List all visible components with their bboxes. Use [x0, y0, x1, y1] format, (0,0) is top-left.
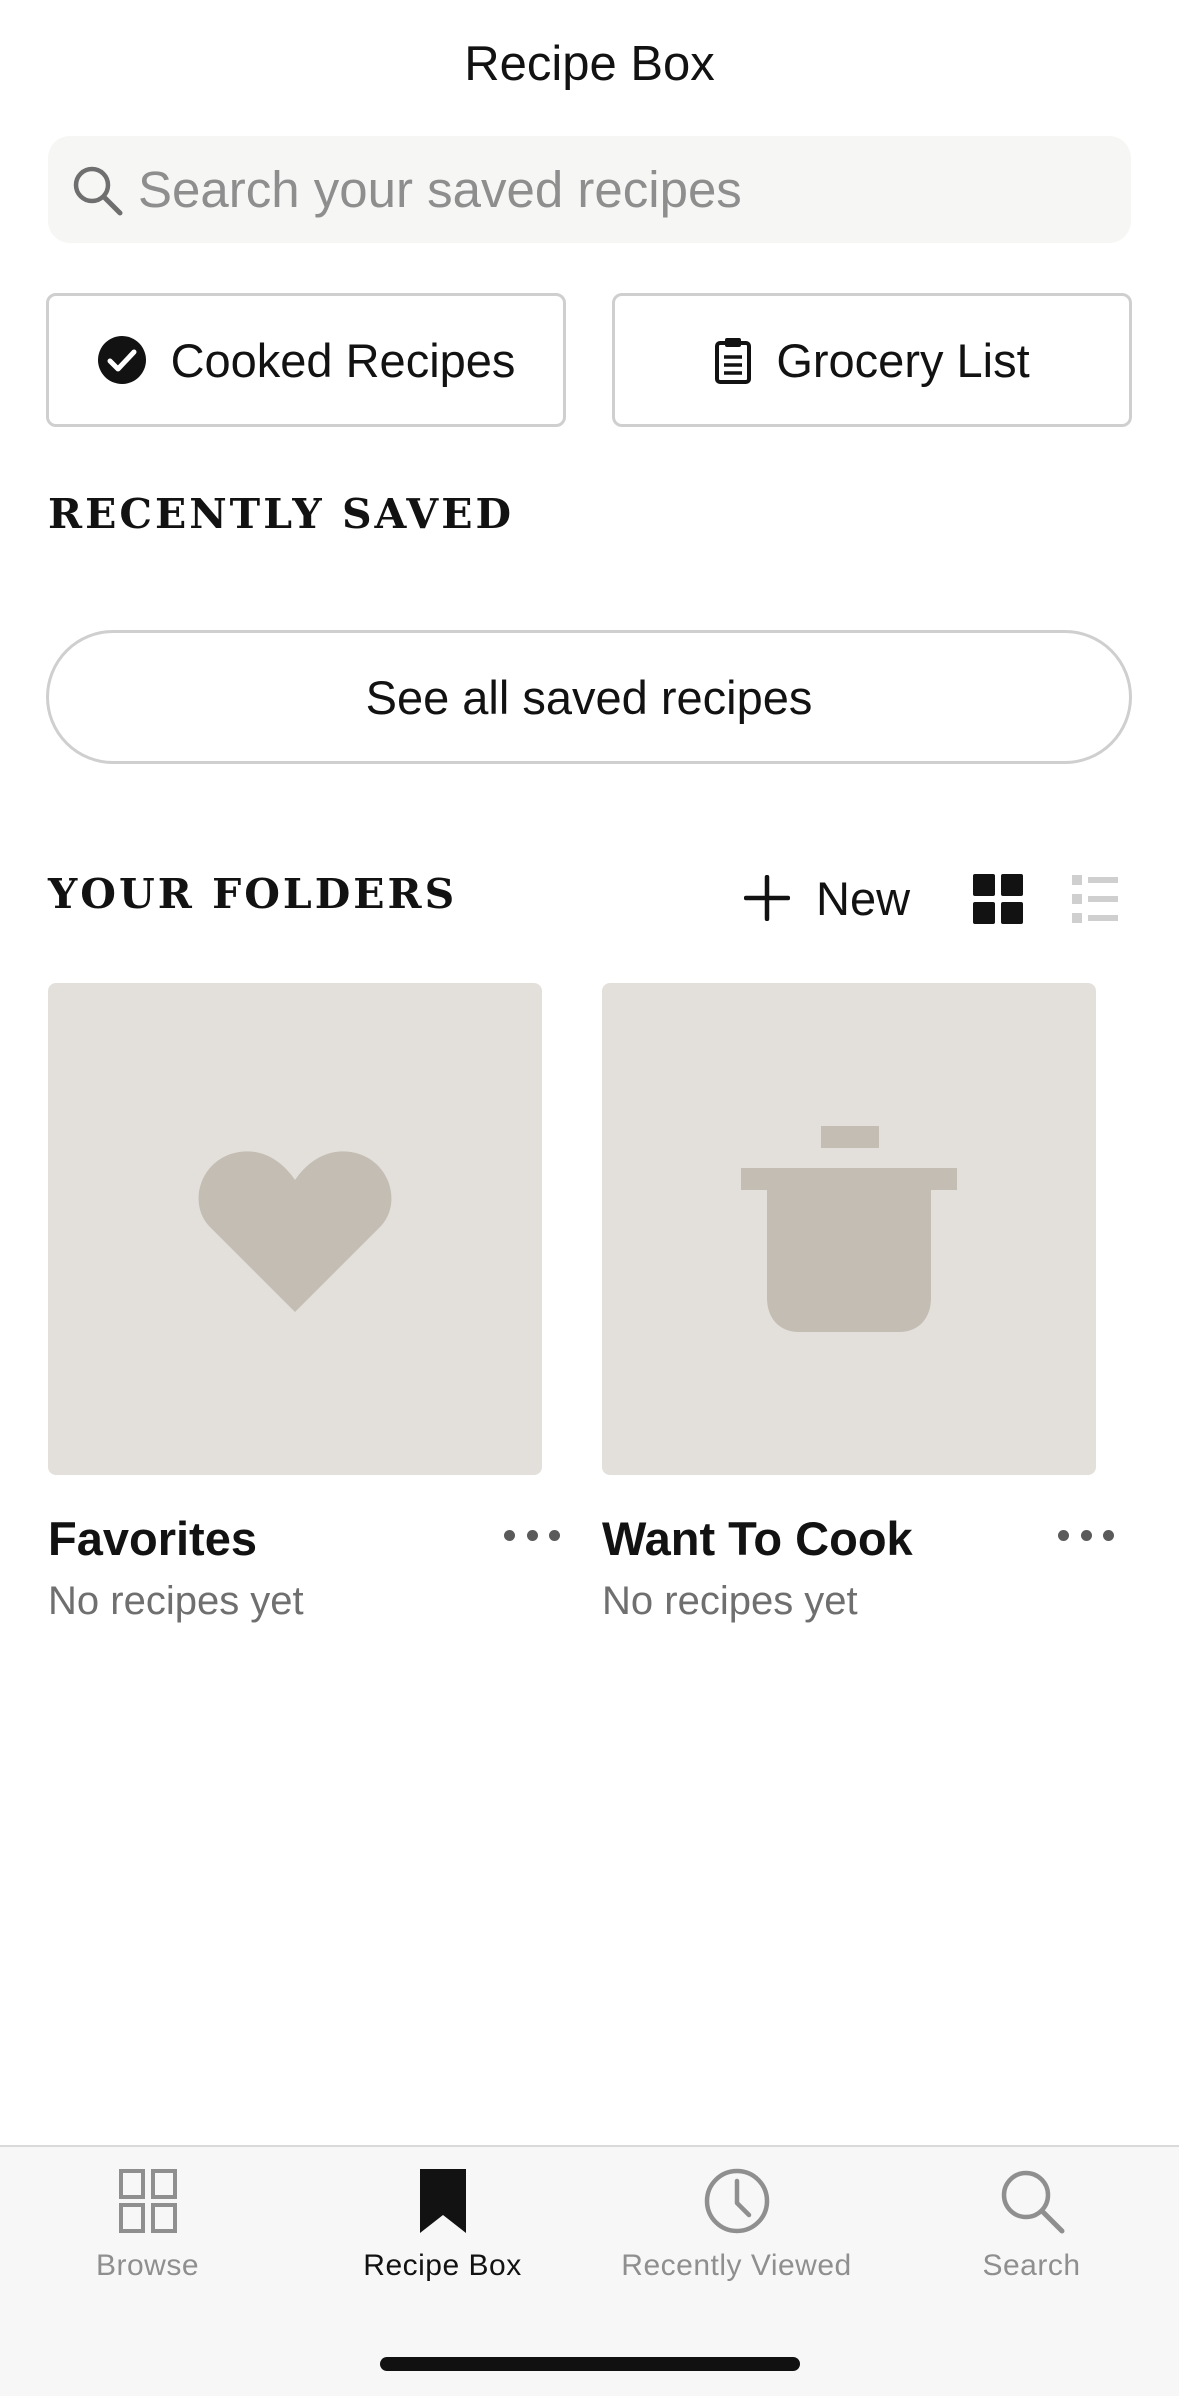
checkmark-circle-icon [97, 335, 147, 385]
see-all-saved-button[interactable]: See all saved recipes [46, 630, 1132, 764]
new-folder-label: New [816, 871, 911, 925]
new-folder-button[interactable]: New [744, 866, 910, 930]
folder-thumbnail[interactable] [602, 983, 1096, 1475]
your-folders-heading: YOUR FOLDERS [48, 870, 458, 918]
grid-view-toggle[interactable] [973, 874, 1023, 924]
list-view-icon [1072, 875, 1118, 923]
tab-label: Recently Viewed [621, 2249, 852, 2282]
more-options-icon[interactable] [504, 1523, 560, 1547]
folder-name: Want To Cook [602, 1512, 913, 1565]
tab-label: Recipe Box [363, 2249, 522, 2282]
folder-name: Favorites [48, 1512, 257, 1565]
heart-icon [198, 1151, 392, 1312]
bookmark-icon [419, 2165, 466, 2237]
search-bar[interactable] [48, 136, 1131, 243]
folder-thumbnail[interactable] [48, 983, 542, 1475]
tab-label: Browse [95, 2249, 200, 2282]
pot-icon [741, 1126, 957, 1332]
search-icon [68, 161, 126, 219]
grid-icon [118, 2165, 177, 2237]
page-title: Recipe Box [464, 37, 715, 91]
list-view-toggle[interactable] [1072, 874, 1118, 924]
plus-icon [744, 875, 790, 921]
grocery-list-button[interactable]: Grocery List [612, 293, 1132, 427]
grid-view-icon [973, 874, 1023, 924]
tab-search[interactable]: Search [884, 2147, 1179, 2297]
tab-browse[interactable]: Browse [0, 2147, 295, 2297]
tab-recently-viewed[interactable]: Recently Viewed [589, 2147, 884, 2297]
search-input[interactable] [138, 160, 1078, 219]
search-icon [998, 2165, 1066, 2237]
recently-saved-heading: RECENTLY SAVED [48, 490, 514, 538]
clipboard-icon [714, 336, 752, 384]
home-indicator [380, 2357, 800, 2371]
clock-icon [703, 2165, 771, 2237]
cooked-recipes-button[interactable]: Cooked Recipes [46, 293, 566, 427]
folder-card-favorites[interactable]: Favorites No recipes yet [48, 983, 608, 1623]
tab-label: Search [982, 2249, 1081, 2282]
folder-card-want-to-cook[interactable]: Want To Cook No recipes yet [602, 983, 1162, 1623]
grocery-list-label: Grocery List [776, 333, 1030, 387]
cooked-recipes-label: Cooked Recipes [170, 333, 516, 387]
more-options-icon[interactable] [1058, 1523, 1114, 1547]
folder-count: No recipes yet [48, 1579, 304, 1623]
folder-count: No recipes yet [602, 1579, 858, 1623]
tab-recipe-box[interactable]: Recipe Box [295, 2147, 590, 2297]
